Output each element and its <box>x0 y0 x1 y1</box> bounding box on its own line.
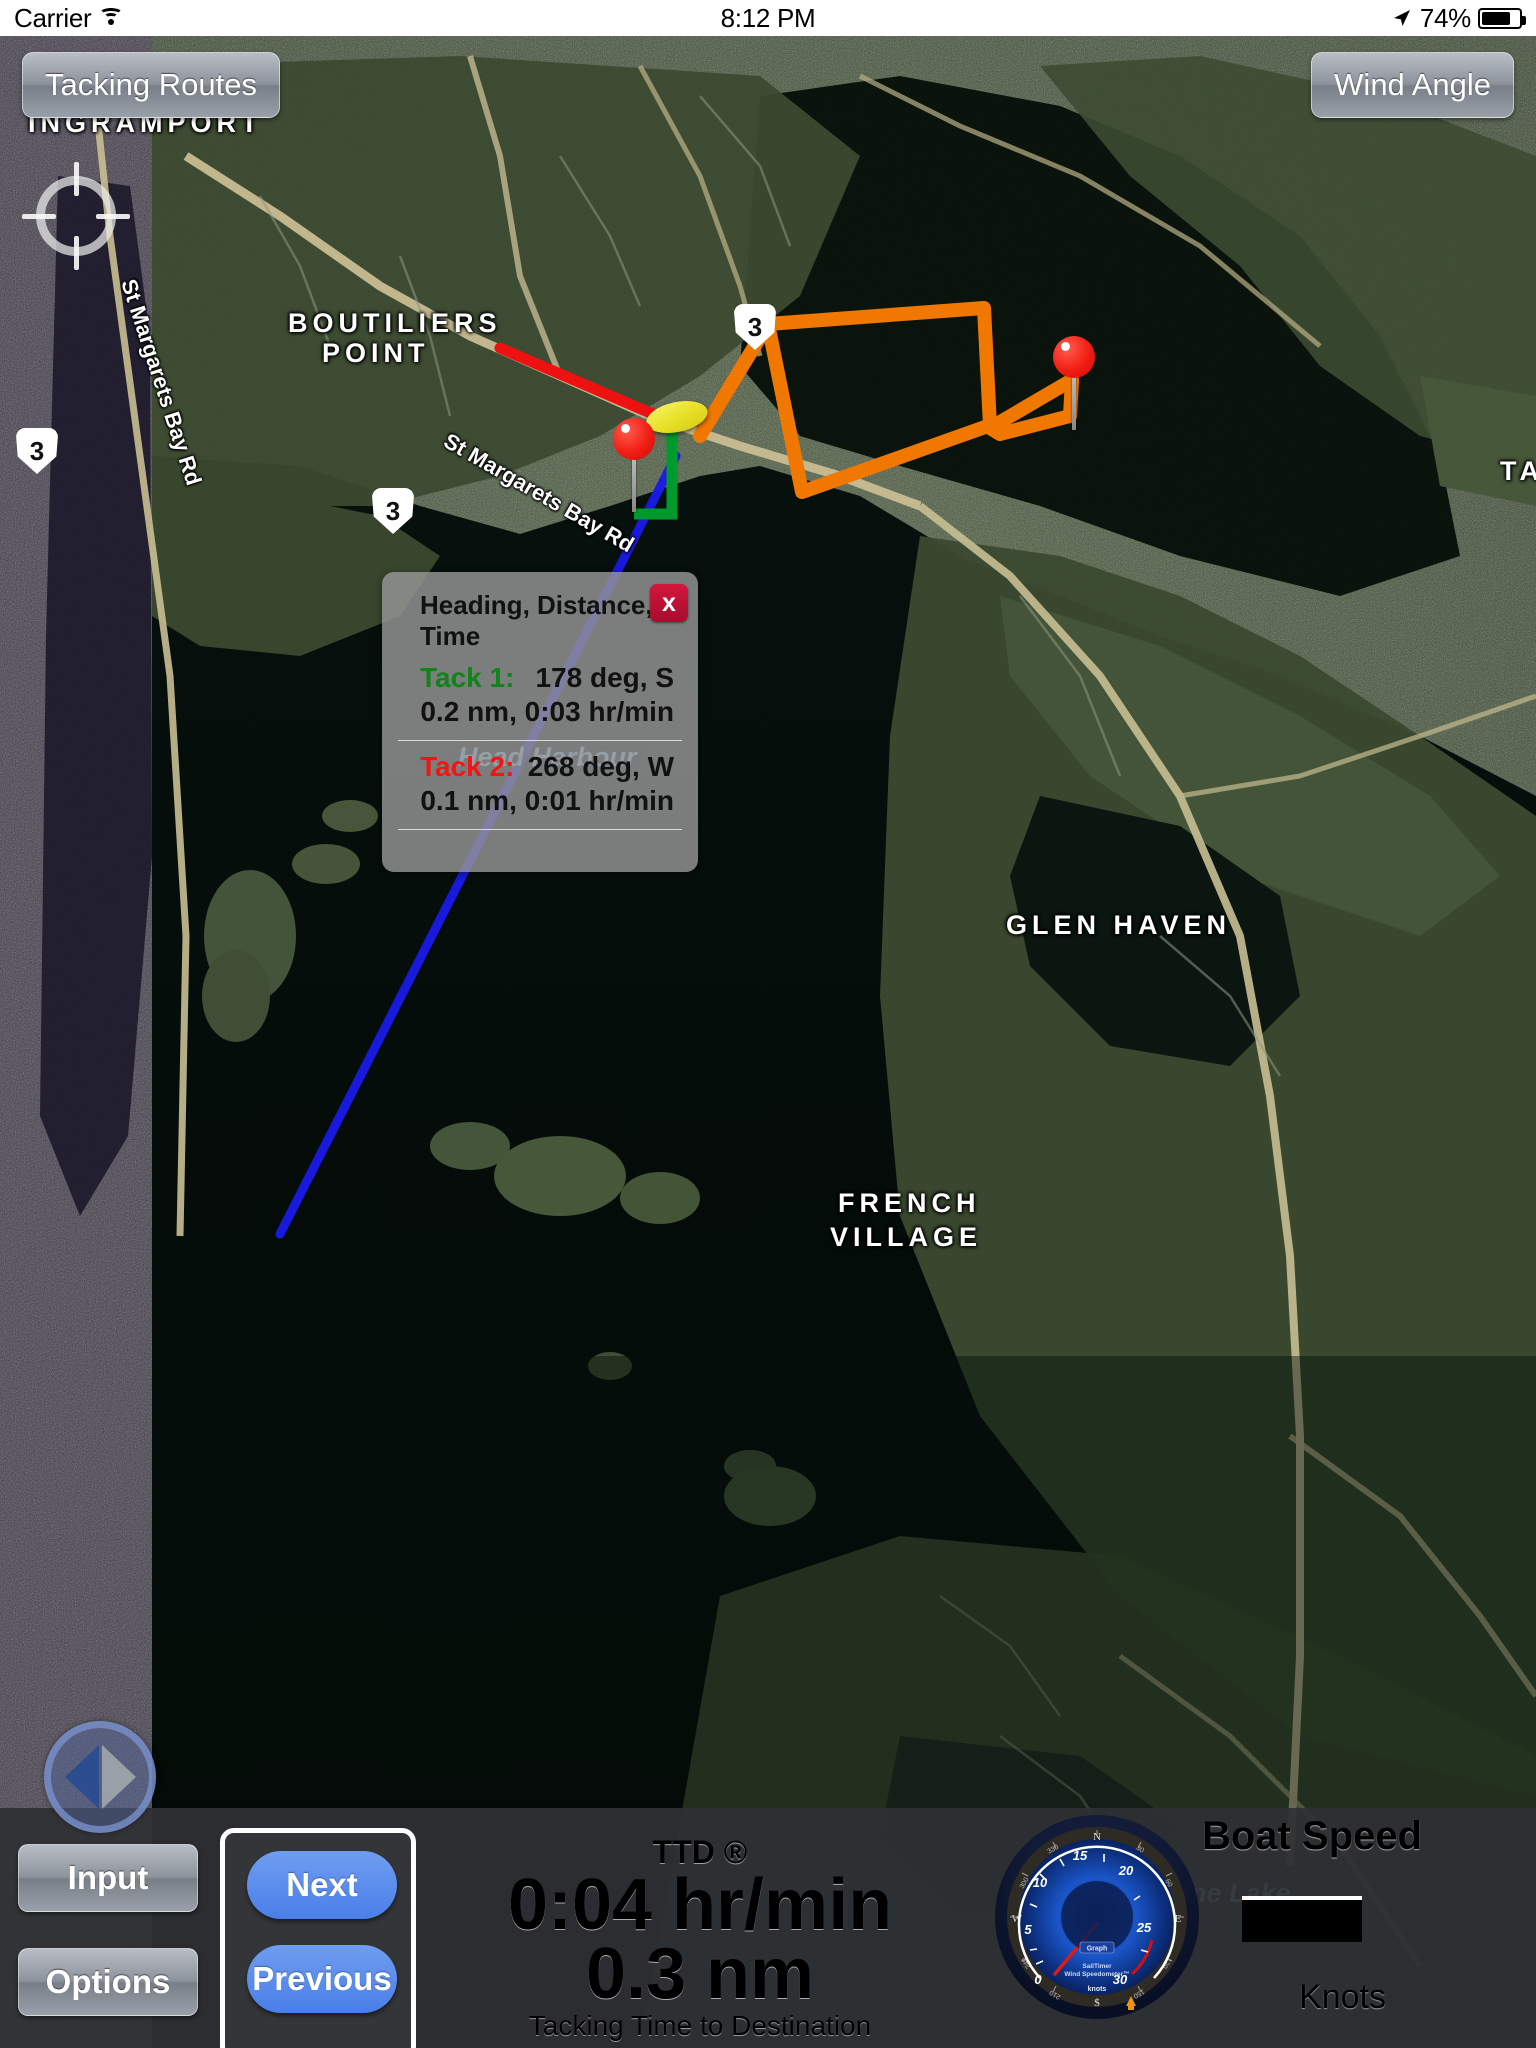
satellite-map-canvas[interactable]: INGRAMPORT BOUTILIERS POINT GLEN HAVEN F… <box>0 36 1536 2048</box>
ttd-distance: 0.3 nm <box>585 1933 815 2014</box>
wind-speedometer-gauge[interactable]: N E S W 30 60 120 150 210 240 300 330 <box>992 1812 1202 2022</box>
tack-row: Tack 1: 178 deg, S 0.2 nm, 0:03 hr/min <box>398 652 682 734</box>
battery-icon <box>1478 7 1526 29</box>
speed-tick-15: 15 <box>1073 1848 1088 1863</box>
ios-status-bar: Carrier 8:12 PM 74% <box>0 0 1536 36</box>
location-arrow-icon <box>1393 10 1410 26</box>
boat-speed-value <box>1242 1896 1362 1942</box>
status-bar-right: 74% <box>1391 2 1526 34</box>
waypoint-pin[interactable] <box>613 418 655 512</box>
tack-detail: 0.2 nm, 0:03 hr/min <box>420 696 674 727</box>
input-button[interactable]: Input <box>18 1844 198 1912</box>
speed-tick-20: 20 <box>1118 1863 1134 1878</box>
ttd-subtitle: Tacking Time to Destination <box>528 2010 872 2041</box>
ttd-readout: TTD ® 0:04 hr/min 0.3 nm Tacking Time to… <box>420 1834 980 2042</box>
heading-distance-time-popup: Heading, Distance, Time x Tack 1: 178 de… <box>382 572 698 872</box>
tack-row: Tack 2: 268 deg, W 0.1 nm, 0:01 hr/min <box>398 741 682 823</box>
right-arrow-icon <box>101 1745 136 1809</box>
left-right-arrow-toggle[interactable] <box>44 1721 156 1833</box>
tack-label: Tack 1: <box>420 662 515 693</box>
next-previous-panel: Next Previous <box>220 1828 416 2048</box>
tacking-routes-button[interactable]: Tacking Routes <box>22 52 280 118</box>
battery-percent-label: 74% <box>1419 2 1471 33</box>
compass-west: W <box>1012 1913 1023 1925</box>
gauge-unit: knots <box>1088 1986 1107 1993</box>
status-bar-clock: 8:12 PM <box>720 2 816 33</box>
wind-angle-button[interactable]: Wind Angle <box>1311 52 1514 118</box>
crosshair-target-icon[interactable] <box>22 162 130 270</box>
gauge-model: Wind Speedometer™ <box>1064 1971 1129 1978</box>
speed-tick-0: 0 <box>1034 1972 1042 1987</box>
boat-speed-unit: Knots <box>1299 1978 1386 2016</box>
tack-detail: 0.1 nm, 0:01 hr/min <box>420 785 674 816</box>
speed-tick-10: 10 <box>1033 1875 1048 1890</box>
ttd-time: 0:04 hr/min <box>507 1865 893 1946</box>
boat-speed-title: Boat Speed <box>1201 1814 1422 1858</box>
speed-tick-5: 5 <box>1024 1922 1032 1937</box>
sailtimer-app-screen: Carrier 8:12 PM 74% INGRAMPORT BOUTILIER… <box>0 0 1536 2048</box>
tack-label: Tack 2: <box>420 751 515 782</box>
options-button[interactable]: Options <box>18 1948 198 2016</box>
next-button[interactable]: Next <box>247 1851 397 1919</box>
graph-button-label: Graph <box>1087 1946 1108 1953</box>
close-icon[interactable]: x <box>650 584 688 622</box>
tack-heading: 268 deg, W <box>527 751 674 782</box>
boat-speed-panel: Boat Speed Knots N E W 30 60 120 150 210… <box>992 1810 1512 2046</box>
previous-button[interactable]: Previous <box>247 1945 397 2013</box>
speed-tick-25: 25 <box>1136 1920 1152 1935</box>
gauge-brand: SailTimer <box>1082 1963 1112 1970</box>
destination-pin[interactable] <box>1053 336 1095 430</box>
tack-heading: 178 deg, S <box>535 662 674 693</box>
left-arrow-icon <box>64 1745 99 1809</box>
popup-title: Heading, Distance, Time <box>420 590 653 651</box>
